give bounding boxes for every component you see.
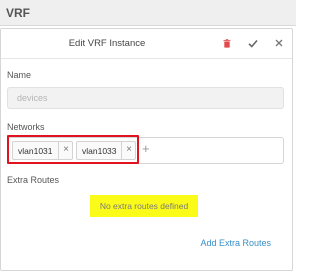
dialog-header: Edit VRF Instance bbox=[1, 29, 292, 59]
extra-routes-label: Extra Routes bbox=[7, 175, 60, 185]
add-extra-routes-link[interactable]: Add Extra Routes bbox=[200, 238, 271, 248]
page-title: VRF bbox=[6, 6, 30, 20]
trash-icon bbox=[223, 38, 231, 48]
network-tag-label: vlan1033 bbox=[82, 146, 117, 156]
extra-routes-empty-message: No extra routes defined bbox=[90, 195, 198, 217]
tag-divider bbox=[121, 142, 122, 159]
close-button[interactable] bbox=[272, 36, 286, 50]
save-button[interactable] bbox=[246, 36, 260, 50]
close-icon bbox=[275, 39, 283, 47]
network-tag: vlan1031 × bbox=[12, 141, 73, 160]
network-tag: vlan1033 × bbox=[76, 141, 136, 160]
check-icon bbox=[248, 39, 258, 48]
networks-label: Networks bbox=[7, 122, 45, 132]
dialog-title: Edit VRF Instance bbox=[68, 38, 146, 49]
name-value: devices bbox=[17, 93, 48, 103]
tag-divider bbox=[58, 142, 59, 159]
remove-tag-icon[interactable]: × bbox=[60, 144, 72, 155]
name-field: devices bbox=[7, 87, 284, 109]
name-label: Name bbox=[7, 70, 32, 80]
delete-button[interactable] bbox=[220, 36, 234, 50]
add-network-icon[interactable]: + bbox=[142, 142, 150, 156]
remove-tag-icon[interactable]: × bbox=[123, 144, 135, 155]
page-header: VRF bbox=[0, 0, 296, 26]
network-tag-label: vlan1031 bbox=[18, 146, 53, 156]
